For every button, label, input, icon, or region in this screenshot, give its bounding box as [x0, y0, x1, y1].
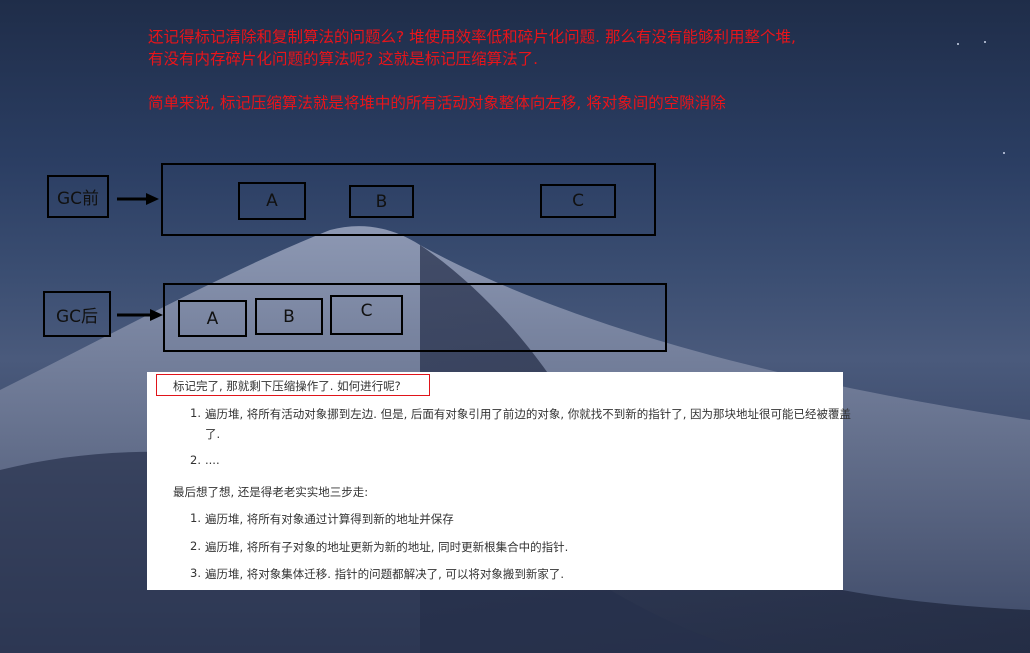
document-panel: 标记完了, 那就剩下压缩操作了. 如何进行呢? 1. 遍历堆, 将所有活动对象挪…	[147, 372, 851, 590]
arrow-right-icon	[117, 193, 159, 205]
intro-line-3: 简单来说, 标记压缩算法就是将堆中的所有活动对象整体向左移, 将对象间的空隙消除	[148, 94, 726, 112]
gc-after-label: GC后	[43, 291, 111, 337]
list2-num-2: 2.	[190, 539, 201, 553]
intro-line-2: 有没有内存碎片化问题的算法呢? 这就是标记压缩算法了.	[148, 50, 539, 68]
object-b-before: B	[349, 185, 414, 218]
arrow-right-icon	[117, 309, 163, 321]
list2-item-2: 遍历堆, 将所有子对象的地址更新为新的地址, 同时更新根集合中的指针.	[205, 540, 569, 554]
list2-num-3: 3.	[190, 566, 201, 580]
highlight-text: 标记完了, 那就剩下压缩操作了. 如何进行呢?	[173, 379, 401, 393]
summary-text: 最后想了想, 还是得老老实实地三步走:	[173, 485, 369, 499]
list1-item-2: ....	[205, 453, 220, 467]
list1-num-2: 2.	[190, 453, 201, 467]
list1-item-1-line-2: 了.	[205, 427, 221, 441]
list2-item-1: 遍历堆, 将所有对象通过计算得到新的地址并保存	[205, 512, 454, 526]
intro-line-1: 还记得标记清除和复制算法的问题么? 堆使用效率低和碎片化问题. 那么有没有能够利…	[148, 28, 796, 46]
object-a-after: A	[178, 300, 247, 337]
gc-before-label: GC前	[47, 175, 109, 218]
list2-item-3: 遍历堆, 将对象集体迁移. 指针的问题都解决了, 可以将对象搬到新家了.	[205, 567, 565, 581]
list1-num-1: 1.	[190, 406, 201, 420]
object-c-before: C	[540, 184, 616, 218]
object-c-after: C	[330, 295, 403, 335]
object-b-after: B	[255, 298, 323, 335]
list2-num-1: 1.	[190, 511, 201, 525]
object-a-before: A	[238, 182, 306, 220]
list1-item-1-line-1: 遍历堆, 将所有活动对象挪到左边. 但是, 后面有对象引用了前边的对象, 你就找…	[205, 407, 852, 421]
